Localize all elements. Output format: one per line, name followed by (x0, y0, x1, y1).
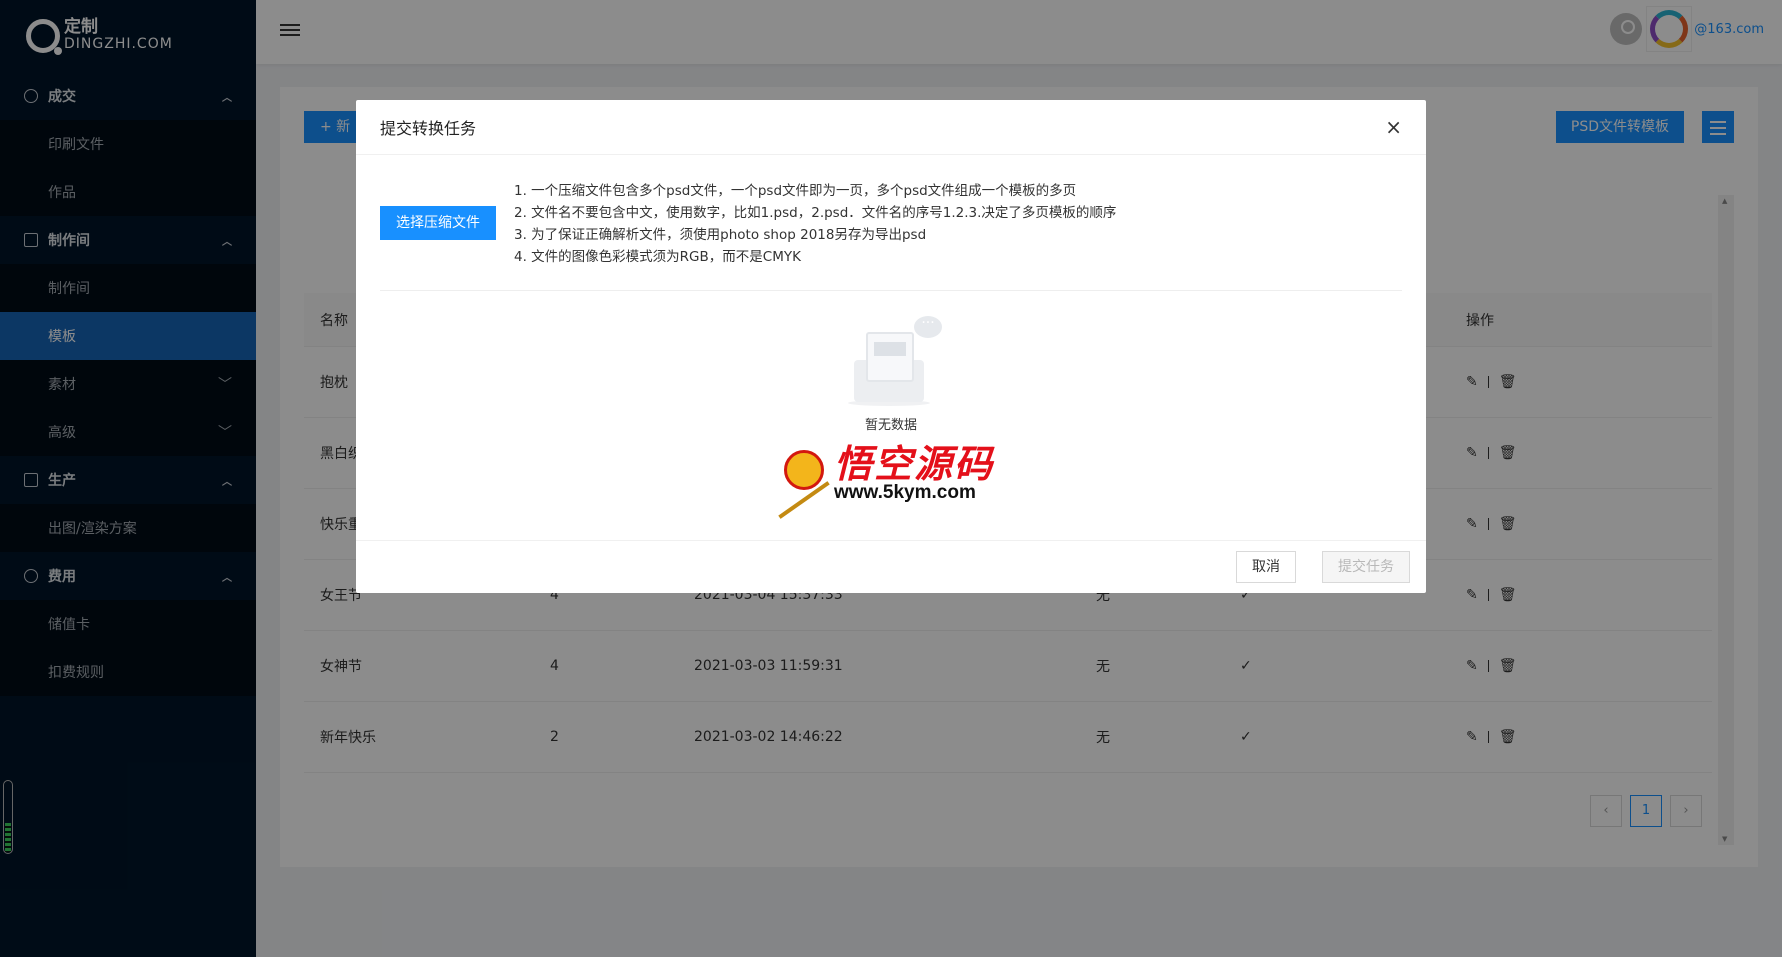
tip-line: 3. 为了保证正确解析文件，须使用photo shop 2018另存为导出psd (514, 227, 927, 243)
monkey-logo-icon (776, 440, 832, 519)
watermark-title: 悟空源码 (834, 441, 995, 486)
modal-title: 提交转换任务 (380, 119, 477, 138)
submit-task-modal: 提交转换任务 × 选择压缩文件 1. 一个压缩文件包含多个psd文件，一个psd… (356, 100, 1426, 593)
tip-line: 4. 文件的图像色彩模式须为RGB，而不是CMYK (514, 249, 801, 265)
tip-line: 1. 一个压缩文件包含多个psd文件，一个psd文件即为一页，多个psd文件组成… (514, 183, 1077, 199)
upload-tips: 1. 一个压缩文件包含多个psd文件，一个psd文件即为一页，多个psd文件组成… (514, 180, 1116, 268)
empty-inbox-icon: ··· (836, 312, 946, 412)
submit-task-button[interactable]: 提交任务 (1322, 551, 1410, 583)
modal-footer: 取消 提交任务 (356, 540, 1426, 593)
cancel-button[interactable]: 取消 (1236, 551, 1296, 583)
empty-text: 暂无数据 (864, 418, 917, 433)
select-zip-button[interactable]: 选择压缩文件 (380, 206, 496, 240)
watermark-url: www.5kym.com (834, 482, 976, 503)
divider (380, 290, 1402, 291)
watermark: 悟空源码 www.5kym.com (776, 440, 995, 519)
close-icon[interactable]: × (1385, 115, 1402, 139)
empty-state: ··· 暂无数据 (356, 312, 1426, 433)
tip-line: 2. 文件名不要包含中文，使用数字，比如1.psd，2.psd．文件名的序号1.… (514, 205, 1117, 221)
